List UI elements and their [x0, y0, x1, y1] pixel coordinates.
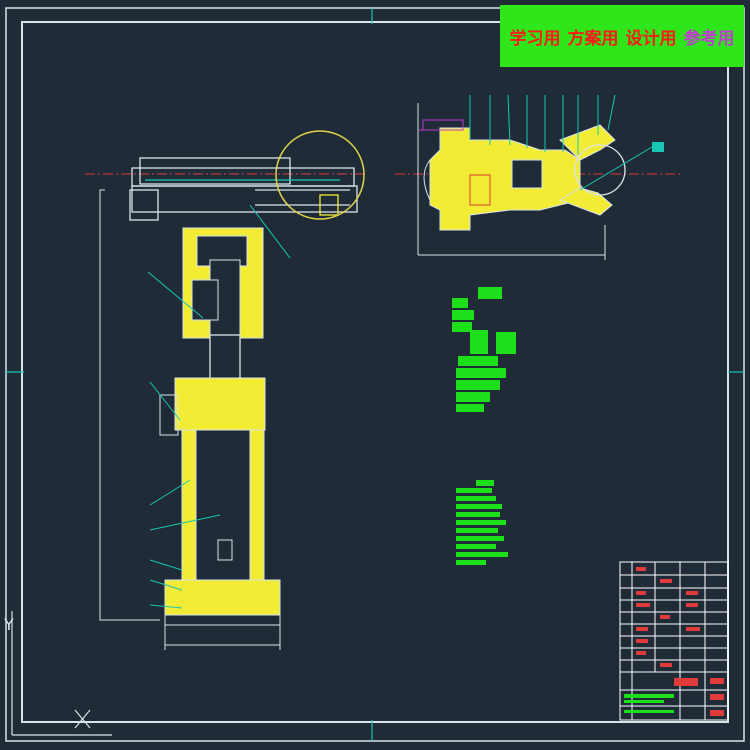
banner-label-design: 设计用 [625, 28, 677, 49]
banner-label-study: 学习用 [509, 28, 561, 49]
horizontal-arm [129, 157, 358, 221]
inner-frame [21, 21, 729, 723]
ucs-icon [11, 611, 112, 736]
top-view-gripper[interactable] [395, 94, 680, 260]
frame-center-marks [6, 8, 744, 741]
outer-border [5, 7, 745, 742]
dimension-line-height [99, 189, 160, 621]
front-view-robot-arm[interactable] [85, 130, 368, 650]
cad-drawing-canvas[interactable]: Y [0, 0, 750, 750]
lower-housing [159, 377, 281, 650]
gripper-body [422, 119, 626, 231]
banner-label-scheme: 方案用 [567, 28, 619, 49]
usage-banner: 学习用 方案用 设计用 参考用 [500, 5, 744, 67]
upper-housing [182, 227, 264, 341]
parts-notes-table[interactable] [452, 287, 516, 412]
ucs-y-label: Y [3, 615, 14, 634]
callout-marker [652, 142, 664, 152]
banner-label-reference: 参考用 [683, 28, 735, 49]
technical-requirements[interactable] [456, 480, 508, 565]
drawing-frame [5, 7, 745, 742]
